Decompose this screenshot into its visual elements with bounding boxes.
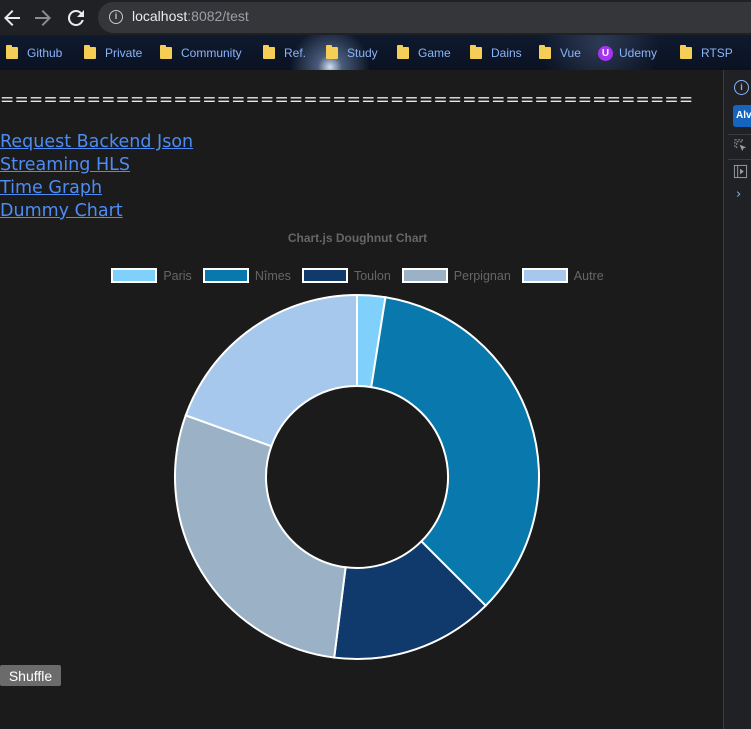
doughnut-slice-autre[interactable] xyxy=(184,293,358,448)
divider xyxy=(728,159,751,160)
info-icon[interactable]: i xyxy=(734,80,749,95)
divider xyxy=(728,134,751,135)
panel-toggle-icon[interactable] xyxy=(733,164,748,179)
inspect-element-icon[interactable] xyxy=(733,138,748,153)
shuffle-button[interactable]: Shuffle xyxy=(0,665,61,686)
doughnut-chart xyxy=(174,293,540,660)
chevron-right-icon[interactable]: › xyxy=(736,187,741,202)
devtools-side-panel: i Alv › xyxy=(723,70,751,729)
doughnut-slice-perpignan[interactable] xyxy=(174,414,347,659)
extension-badge[interactable]: Alv xyxy=(733,105,751,127)
